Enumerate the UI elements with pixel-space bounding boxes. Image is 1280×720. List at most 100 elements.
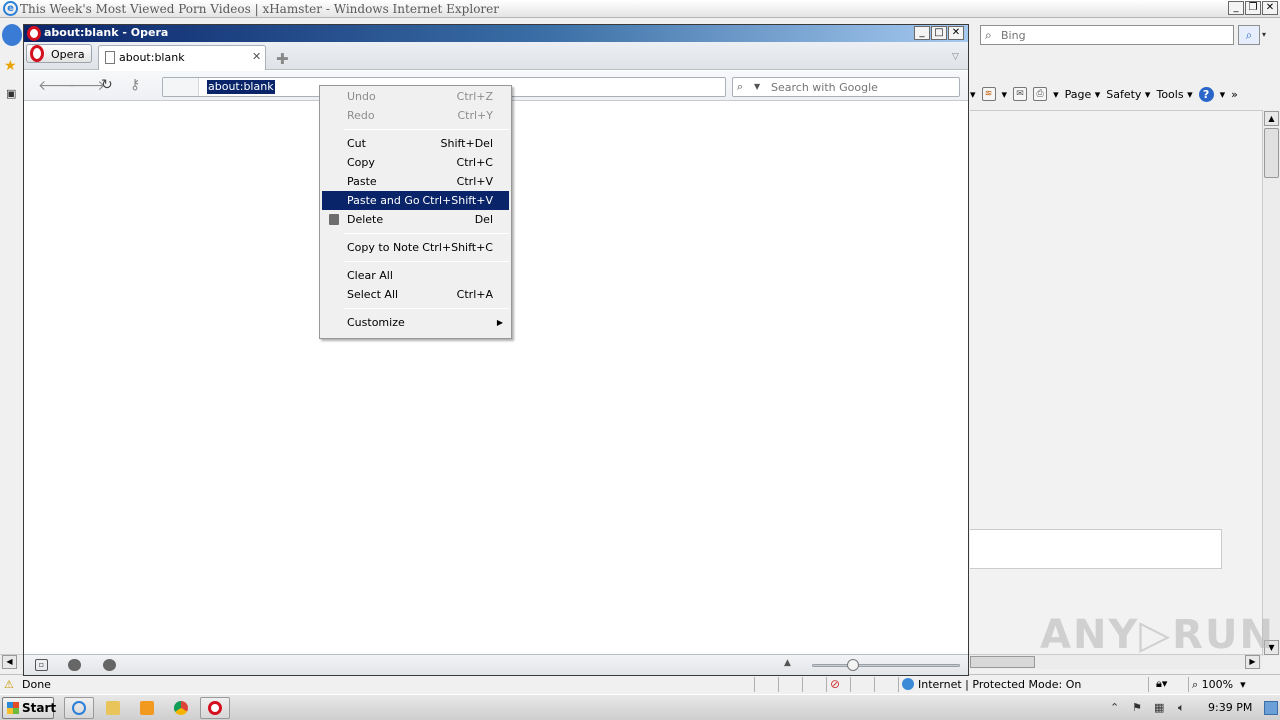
- clock-time[interactable]: 9:39 PM: [1208, 701, 1252, 714]
- status-divider: [898, 677, 899, 692]
- show-desktop-icon[interactable]: [1264, 701, 1278, 715]
- windows-taskbar: Start ⌃ ⚑ ▦ 🔈︎ 9:39 PM: [0, 694, 1280, 720]
- status-divider: [874, 677, 875, 692]
- windows-logo-icon: [7, 702, 19, 714]
- taskbar-chrome-button[interactable]: [166, 697, 196, 719]
- ie-logo-icon: e: [3, 1, 18, 16]
- new-tab-icon[interactable]: ✚: [276, 50, 289, 68]
- ie-zoom-level[interactable]: ⌕ 100% ▾: [1192, 678, 1246, 692]
- scroll-up-icon[interactable]: ▲: [1264, 111, 1279, 126]
- scroll-left-icon[interactable]: ◀: [2, 655, 17, 669]
- menu-item-customize[interactable]: Customize ▶: [322, 313, 509, 332]
- taskbar-explorer-button[interactable]: [98, 697, 128, 719]
- menu-item-label: Undo: [347, 90, 376, 103]
- address-text-selected[interactable]: about:blank: [207, 80, 275, 94]
- view-options-icon[interactable]: ▲: [784, 658, 791, 668]
- ie-search-go-button[interactable]: ⌕: [1238, 25, 1260, 45]
- panel-toggle-icon[interactable]: ▫: [35, 659, 48, 671]
- action-center-flag-icon[interactable]: ⚑: [1132, 701, 1142, 714]
- ie-restore-button[interactable]: ❐: [1245, 1, 1261, 15]
- ie-search-options-icon[interactable]: ▾: [1262, 30, 1266, 39]
- popup-blocked-icon[interactable]: ⊘: [830, 677, 840, 691]
- menu-item-redo[interactable]: Redo Ctrl+Y: [322, 106, 509, 125]
- ie-vscroll-thumb[interactable]: [1264, 128, 1279, 178]
- address-badge[interactable]: [163, 78, 199, 96]
- taskbar-opera-button[interactable]: [200, 697, 230, 719]
- zoom-slider-knob[interactable]: [847, 659, 859, 671]
- volume-icon[interactable]: 🔈︎: [1178, 701, 1185, 715]
- reload-icon[interactable]: ↻: [101, 77, 113, 93]
- submenu-arrow-icon: ▶: [496, 318, 503, 327]
- menu-item-paste-and-go[interactable]: Paste and Go Ctrl+Shift+V: [322, 191, 509, 210]
- status-divider: [850, 677, 851, 692]
- menu-item-undo[interactable]: Undo Ctrl+Z: [322, 87, 509, 106]
- menu-item-paste[interactable]: Paste Ctrl+V: [322, 172, 509, 191]
- ie-cmd-overflow-icon[interactable]: »: [1231, 88, 1238, 101]
- taskbar-ie-button[interactable]: [64, 697, 94, 719]
- status-divider: [754, 677, 755, 692]
- menu-item-shortcut: Ctrl+C: [456, 156, 493, 169]
- turbo-gauge-icon[interactable]: [103, 659, 116, 671]
- key-icon[interactable]: ⚷: [130, 77, 140, 93]
- menu-item-shortcut: Ctrl+Shift+C: [422, 241, 493, 254]
- opera-maximize-button[interactable]: □: [931, 26, 947, 40]
- opera-tab-bar: Opera about:blank ✕ ✚ ▽: [24, 42, 968, 70]
- lock-icon[interactable]: 🔒︎▾: [1156, 677, 1167, 691]
- ie-toolbar-icon[interactable]: ▣: [6, 87, 16, 100]
- menu-item-label: Copy: [347, 156, 375, 169]
- ie-safety-menu[interactable]: Safety ▾: [1106, 88, 1150, 101]
- opera-search-box[interactable]: ⌕ ▼: [732, 77, 960, 97]
- status-divider: [802, 677, 803, 692]
- ie-cmd-dropdown-icon[interactable]: ▾: [970, 88, 976, 101]
- globe-icon: [902, 678, 914, 690]
- page-icon: [105, 51, 115, 64]
- ie-cmd-dropdown-icon[interactable]: ▾: [1220, 88, 1226, 101]
- ie-minimize-button[interactable]: _: [1228, 1, 1244, 15]
- menu-item-select-all[interactable]: Select All Ctrl+A: [322, 285, 509, 304]
- show-hidden-icons-icon[interactable]: ⌃: [1110, 701, 1119, 714]
- rss-feed-icon[interactable]: ≋: [981, 87, 996, 101]
- network-icon[interactable]: ▦: [1154, 701, 1164, 714]
- ie-search-box[interactable]: ⌕: [980, 25, 1234, 45]
- ie-back-icon[interactable]: [2, 24, 22, 46]
- menu-item-copy[interactable]: Copy Ctrl+C: [322, 153, 509, 172]
- opera-close-button[interactable]: ✕: [948, 26, 964, 40]
- taskbar-media-player-button[interactable]: [132, 697, 162, 719]
- menu-item-copy-to-note[interactable]: Copy to Note Ctrl+Shift+C: [322, 238, 509, 257]
- ie-page-menu[interactable]: Page ▾: [1065, 88, 1101, 101]
- search-engine-dropdown-icon[interactable]: ▼: [754, 82, 760, 91]
- print-icon[interactable]: ⎙: [1033, 87, 1048, 101]
- opera-menu-button[interactable]: Opera: [26, 44, 92, 63]
- menu-item-delete[interactable]: Delete Del: [322, 210, 509, 229]
- tab-menu-chevron-icon[interactable]: ▽: [952, 52, 959, 62]
- ie-cmd-dropdown-icon[interactable]: ▾: [1002, 88, 1008, 101]
- opera-unite-cloud-icon[interactable]: [68, 659, 81, 671]
- menu-item-clear-all[interactable]: Clear All: [322, 266, 509, 285]
- ie-search-input[interactable]: [1001, 28, 1226, 42]
- read-mail-icon[interactable]: ✉: [1013, 87, 1028, 101]
- close-tab-icon[interactable]: ✕: [252, 50, 261, 63]
- opera-window-title: about:blank - Opera: [44, 26, 169, 39]
- ie-favorites-star-icon[interactable]: ★: [4, 58, 17, 74]
- folder-icon: [106, 701, 120, 715]
- menu-item-cut[interactable]: Cut Shift+Del: [322, 134, 509, 153]
- forward-arrow-icon[interactable]: 🡒: [68, 77, 106, 94]
- ie-command-bar: ▾ ≋ ▾ ✉ ⎙ ▾ Page ▾ Safety ▾ Tools ▾ ? ▾ …: [970, 82, 1280, 106]
- menu-separator: [344, 233, 509, 234]
- menu-separator: [344, 308, 509, 309]
- opera-minimize-button[interactable]: _: [914, 26, 930, 40]
- zoom-slider[interactable]: [812, 659, 960, 671]
- ie-vertical-scrollbar[interactable]: ▲ ▼: [1262, 110, 1280, 656]
- ie-tools-menu[interactable]: Tools ▾: [1156, 88, 1192, 101]
- ie-cmd-dropdown-icon[interactable]: ▾: [1053, 88, 1059, 101]
- ie-security-zone[interactable]: Internet | Protected Mode: On: [902, 678, 1081, 691]
- opera-icon: [208, 701, 222, 715]
- menu-separator: [344, 261, 509, 262]
- help-icon[interactable]: ?: [1198, 86, 1214, 102]
- ie-close-button[interactable]: ✕: [1262, 1, 1278, 15]
- opera-logo-icon: [27, 26, 41, 41]
- start-button[interactable]: Start: [2, 697, 56, 719]
- ie-hscroll-thumb[interactable]: [970, 656, 1035, 668]
- tab-about-blank[interactable]: about:blank ✕: [98, 45, 266, 70]
- opera-search-input[interactable]: [771, 80, 951, 94]
